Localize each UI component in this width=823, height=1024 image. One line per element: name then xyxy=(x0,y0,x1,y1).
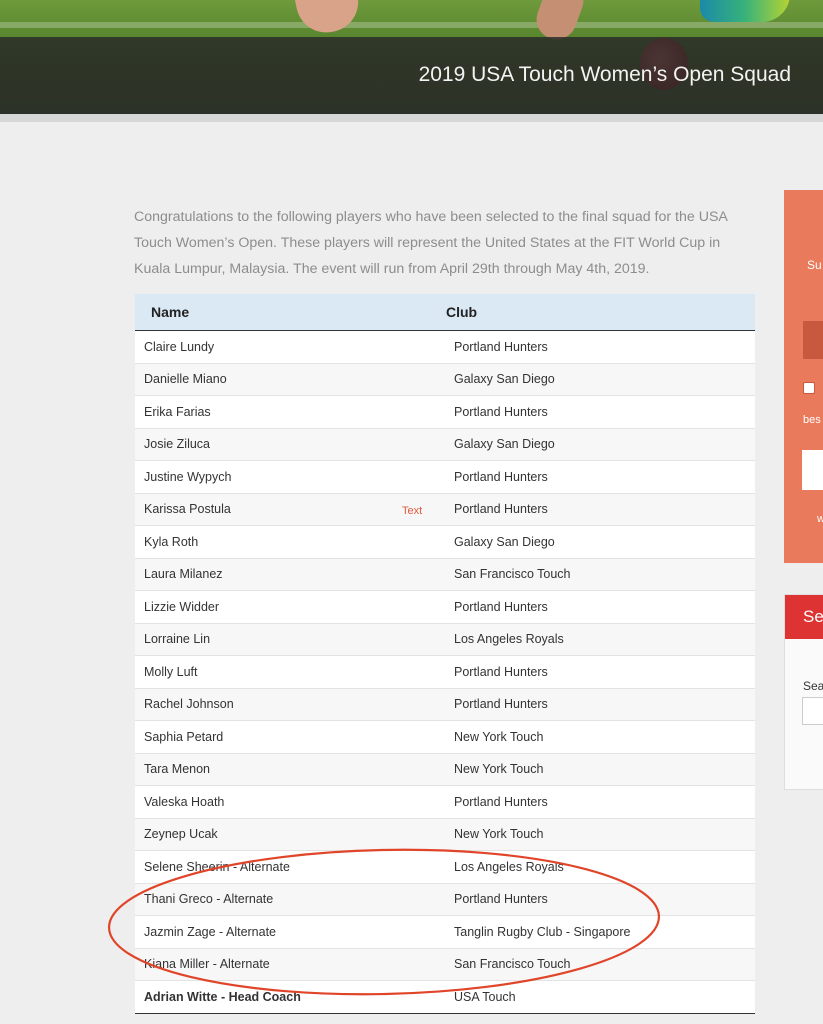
player-name-cell: Selene Sheerin - Alternate xyxy=(135,850,446,884)
squad-table-body: Claire Lundy Portland Hunters Danielle Mia… xyxy=(135,330,755,1014)
text-marker-label: Text xyxy=(402,505,423,517)
newsletter-consent-text: bes xyxy=(803,414,821,426)
player-name-cell: Rachel Johnson xyxy=(135,688,446,721)
sidebar-newsletter: Su bes w xyxy=(784,190,823,563)
table-header-row: Name Club xyxy=(135,294,755,331)
table-row: Tara Menon New York Touch xyxy=(135,753,755,786)
hero-pitch-line xyxy=(0,22,823,28)
table-row: Selene Sheerin - Alternate Los Angeles Ro… xyxy=(135,850,755,884)
player-club-cell: Portland Hunters xyxy=(446,655,755,689)
player-club-cell: New York Touch xyxy=(446,753,755,786)
table-row: Karissa Postula Portland Hunters xyxy=(135,493,755,526)
newsletter-footer-text: w xyxy=(817,513,823,525)
hero-player-shoe xyxy=(700,0,790,22)
player-club-cell: Los Angeles Royals xyxy=(446,623,755,656)
player-name-cell: Karissa Postula xyxy=(135,493,446,526)
player-club-cell: San Francisco Touch xyxy=(446,948,755,981)
player-name-cell: Saphia Petard xyxy=(135,720,446,754)
newsletter-text: Su xyxy=(807,258,822,272)
player-name-cell: Thani Greco - Alternate xyxy=(135,883,446,916)
table-row: Valeska Hoath Portland Hunters xyxy=(135,785,755,819)
search-input[interactable] xyxy=(802,697,823,725)
table-row: Molly Luft Portland Hunters xyxy=(135,655,755,689)
table-row: Lizzie Widder Portland Hunters xyxy=(135,590,755,624)
player-name-cell: Lorraine Lin xyxy=(135,623,446,656)
header-name: Name xyxy=(135,294,446,331)
player-club-cell: Portland Hunters xyxy=(446,590,755,624)
player-name-cell: Justine Wypych xyxy=(135,460,446,494)
search-widget-title: Sea xyxy=(803,607,823,626)
table-row: Jazmin Zage - Alternate Tanglin Rugby Clu… xyxy=(135,915,755,949)
table-row: Saphia Petard New York Touch xyxy=(135,720,755,754)
player-name-cell: Josie Ziluca xyxy=(135,428,446,461)
table-row: Lorraine Lin Los Angeles Royals xyxy=(135,623,755,656)
player-name-cell: Adrian Witte - Head Coach xyxy=(135,980,446,1014)
player-name-cell: Kyla Roth xyxy=(135,525,446,559)
table-row: Rachel Johnson Portland Hunters xyxy=(135,688,755,721)
header-club: Club xyxy=(446,294,755,331)
player-name-cell: Claire Lundy xyxy=(135,330,446,364)
table-row: Zeynep Ucak New York Touch xyxy=(135,818,755,851)
player-club-cell: Portland Hunters xyxy=(446,395,755,429)
player-club-cell: Portland Hunters xyxy=(446,785,755,819)
player-name-cell: Kiana Miller - Alternate xyxy=(135,948,446,981)
sidebar-search-widget: Sea Sea xyxy=(784,594,823,790)
player-club-cell: Portland Hunters xyxy=(446,688,755,721)
player-name-cell: Molly Luft xyxy=(135,655,446,689)
player-club-cell: San Francisco Touch xyxy=(446,558,755,591)
player-club-cell: New York Touch xyxy=(446,720,755,754)
player-name-cell: Tara Menon xyxy=(135,753,446,786)
table-row: Claire Lundy Portland Hunters xyxy=(135,330,755,364)
hero-player-hand xyxy=(294,0,364,38)
player-club-cell: New York Touch xyxy=(446,818,755,851)
newsletter-email-input[interactable] xyxy=(802,450,823,490)
table-row: Justine Wypych Portland Hunters xyxy=(135,460,755,494)
table-row: Kiana Miller - Alternate San Francisco To… xyxy=(135,948,755,981)
player-name-cell: Zeynep Ucak xyxy=(135,818,446,851)
player-name-cell: Erika Farias xyxy=(135,395,446,429)
hero-banner: 2019 USA Touch Women’s Open Squad xyxy=(0,0,823,114)
table-row: Erika Farias Portland Hunters xyxy=(135,395,755,429)
page-title: 2019 USA Touch Women’s Open Squad xyxy=(418,63,791,86)
player-name-cell: Jazmin Zage - Alternate xyxy=(135,915,446,949)
player-club-cell: Galaxy San Diego xyxy=(446,525,755,559)
player-club-cell: Portland Hunters xyxy=(446,460,755,494)
table-row: Josie Ziluca Galaxy San Diego xyxy=(135,428,755,461)
player-club-cell: Galaxy San Diego xyxy=(446,428,755,461)
player-club-cell: Galaxy San Diego xyxy=(446,363,755,396)
squad-table: Name Club Claire Lundy Portland Hunters Da… xyxy=(135,294,755,1014)
player-club-cell: Portland Hunters xyxy=(446,330,755,364)
player-club-cell: Tanglin Rugby Club - Singapore xyxy=(446,915,755,949)
player-club-cell: USA Touch xyxy=(446,980,755,1014)
table-row: Kyla Roth Galaxy San Diego xyxy=(135,525,755,559)
newsletter-consent-checkbox[interactable] xyxy=(803,382,815,394)
player-name-cell: Valeska Hoath xyxy=(135,785,446,819)
table-row: Danielle Miano Galaxy San Diego xyxy=(135,363,755,396)
table-row: Laura Milanez San Francisco Touch xyxy=(135,558,755,591)
player-club-cell: Portland Hunters xyxy=(446,883,755,916)
table-row: Thani Greco - Alternate Portland Hunters xyxy=(135,883,755,916)
search-widget-header: Sea xyxy=(785,595,823,639)
newsletter-button[interactable] xyxy=(803,321,823,359)
player-name-cell: Lizzie Widder xyxy=(135,590,446,624)
player-name-cell: Danielle Miano xyxy=(135,363,446,396)
player-club-cell: Portland Hunters xyxy=(446,493,755,526)
intro-paragraph: Congratulations to the following players… xyxy=(134,209,728,277)
hero-divider xyxy=(0,114,823,122)
player-name-cell: Laura Milanez xyxy=(135,558,446,591)
table-row: Adrian Witte - Head Coach USA Touch xyxy=(135,980,755,1014)
search-label: Sea xyxy=(803,679,823,693)
player-club-cell: Los Angeles Royals xyxy=(446,850,755,884)
